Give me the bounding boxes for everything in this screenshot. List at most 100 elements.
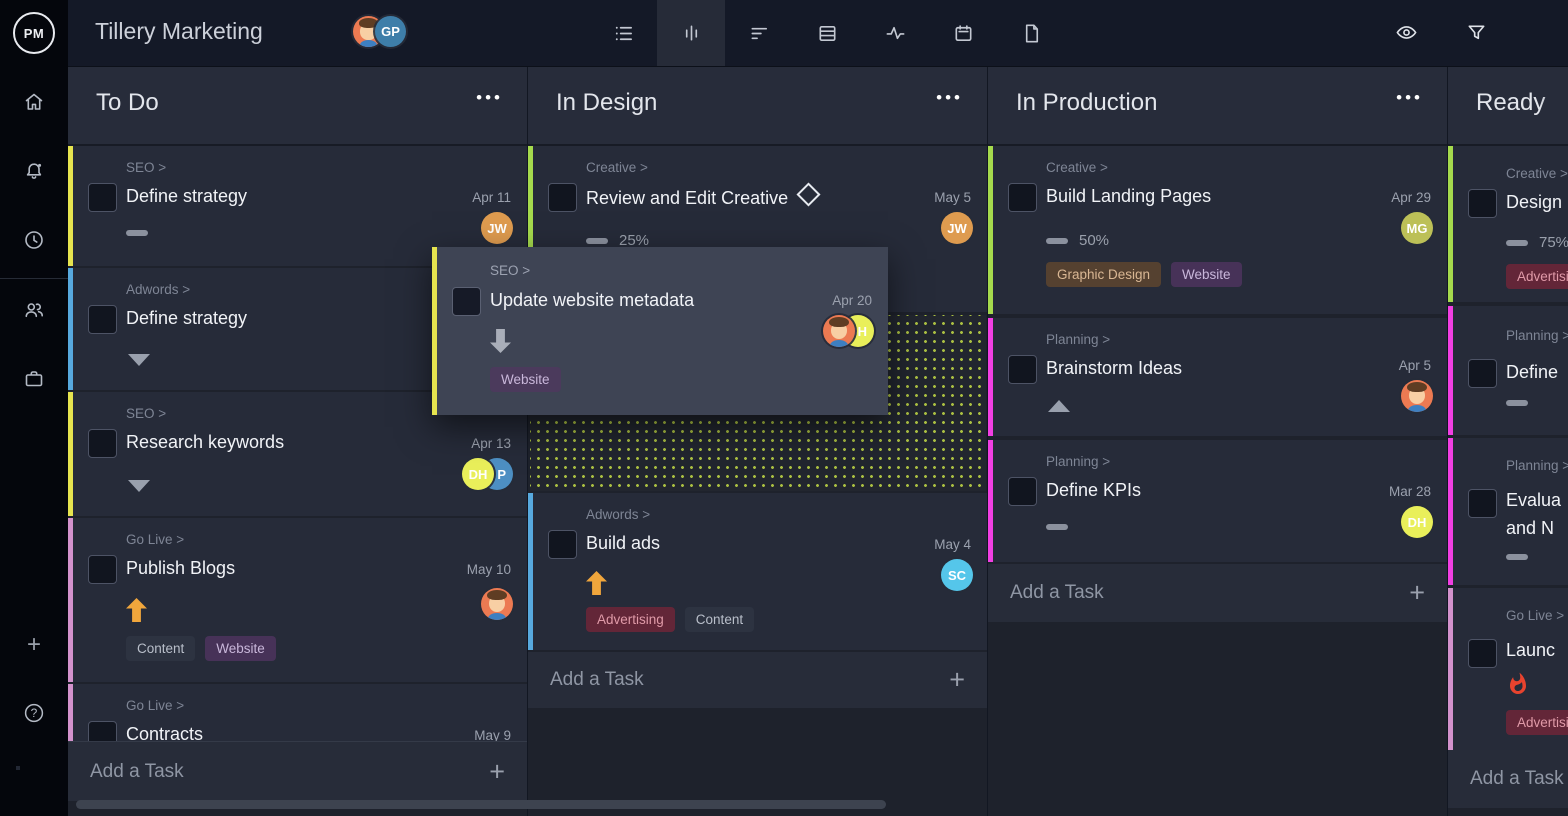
card-checkbox[interactable] xyxy=(1468,489,1497,518)
card-title[interactable]: Build ads xyxy=(586,533,660,554)
add-task-plus-icon[interactable]: + xyxy=(949,665,965,696)
card-title[interactable]: Define xyxy=(1506,362,1558,383)
card-title[interactable]: Update website metadata xyxy=(490,290,694,311)
dragged-task-card[interactable]: SEO > Update website metadata Apr 20 DH … xyxy=(432,247,888,415)
help-icon[interactable]: ? xyxy=(22,701,46,725)
add-task-footer[interactable]: Add a Task + xyxy=(528,652,987,708)
activity-view-icon[interactable] xyxy=(861,0,929,66)
add-task-footer[interactable]: Add a Task + xyxy=(988,564,1447,622)
card-title[interactable]: Define KPIs xyxy=(1046,480,1141,501)
add-task-label[interactable]: Add a Task xyxy=(1010,582,1104,604)
sheet-view-icon[interactable] xyxy=(793,0,861,66)
card-group[interactable]: SEO > xyxy=(126,406,166,421)
add-plus-icon[interactable]: + xyxy=(22,634,46,658)
card-assignees: SC xyxy=(941,559,973,591)
card-checkbox[interactable] xyxy=(1008,477,1037,506)
board-view-icon[interactable] xyxy=(657,0,725,66)
card-due-date: May 10 xyxy=(467,562,511,577)
task-card[interactable]: Planning > Define KPIs Mar 28 DH xyxy=(988,440,1447,562)
card-group[interactable]: Creative > xyxy=(586,160,648,175)
app-logo[interactable]: PM xyxy=(13,12,55,54)
calendar-view-icon[interactable] xyxy=(929,0,997,66)
team-people-icon[interactable] xyxy=(22,298,46,322)
files-view-icon[interactable] xyxy=(997,0,1065,66)
gantt-view-icon[interactable] xyxy=(725,0,793,66)
card-group[interactable]: SEO > xyxy=(126,160,166,175)
card-group[interactable]: Go Live > xyxy=(1506,608,1564,623)
card-group[interactable]: Adwords > xyxy=(586,507,650,522)
task-card[interactable]: Planning > Brainstorm Ideas Apr 5 xyxy=(988,318,1447,436)
card-checkbox[interactable] xyxy=(88,429,117,458)
task-card[interactable]: Creative > Design 75% Advertising xyxy=(1448,146,1568,302)
card-title[interactable]: Brainstorm Ideas xyxy=(1046,358,1182,379)
card-checkbox[interactable] xyxy=(1008,355,1037,384)
task-card[interactable]: Go Live > Contracts May 9 xyxy=(68,684,527,741)
card-checkbox[interactable] xyxy=(548,530,577,559)
card-checkbox[interactable] xyxy=(88,305,117,334)
card-title-line2[interactable]: and N xyxy=(1506,518,1554,539)
column-menu-icon[interactable]: ••• xyxy=(936,88,963,108)
progress-percent: 50% xyxy=(1079,232,1109,249)
card-checkbox[interactable] xyxy=(88,555,117,584)
card-checkbox[interactable] xyxy=(1468,189,1497,218)
add-task-footer[interactable]: Add a Task xyxy=(1448,750,1568,808)
card-group[interactable]: Creative > xyxy=(1046,160,1108,175)
task-card[interactable]: Planning > Evalua and N xyxy=(1448,438,1568,585)
card-title[interactable]: Design xyxy=(1506,192,1562,213)
horizontal-scrollbar[interactable] xyxy=(76,800,886,809)
column-menu-icon[interactable]: ••• xyxy=(1396,88,1423,108)
card-title[interactable]: Define strategy xyxy=(126,308,247,329)
home-icon[interactable] xyxy=(22,90,46,114)
assignee-avatar: JW xyxy=(481,212,513,244)
card-checkbox[interactable] xyxy=(88,721,117,741)
add-task-label[interactable]: Add a Task xyxy=(90,761,184,783)
member-avatar[interactable]: GP xyxy=(375,16,406,47)
card-group[interactable]: Adwords > xyxy=(126,282,190,297)
recent-clock-icon[interactable] xyxy=(22,228,46,252)
card-title[interactable]: Define strategy xyxy=(126,186,247,207)
task-card[interactable]: Go Live > Publish Blogs May 10 Content W… xyxy=(68,518,527,682)
card-group[interactable]: Planning > xyxy=(1506,328,1568,343)
card-group[interactable]: Go Live > xyxy=(126,698,184,713)
card-group[interactable]: Planning > xyxy=(1046,332,1110,347)
card-checkbox[interactable] xyxy=(1468,639,1497,668)
add-task-plus-icon[interactable]: + xyxy=(1409,578,1425,609)
card-title[interactable]: Review and Edit Creative xyxy=(586,186,817,209)
card-progress xyxy=(1506,554,1528,560)
notifications-bell-icon[interactable] xyxy=(22,159,46,183)
card-title[interactable]: Launc xyxy=(1506,640,1555,661)
filter-funnel-icon[interactable] xyxy=(1464,21,1490,45)
card-group[interactable]: SEO > xyxy=(490,263,530,278)
task-card[interactable]: Adwords > Build ads May 4 SC Advertising… xyxy=(528,493,987,650)
add-task-label[interactable]: Add a Task xyxy=(1470,768,1564,790)
add-task-label[interactable]: Add a Task xyxy=(550,669,644,691)
card-title[interactable]: Research keywords xyxy=(126,432,284,453)
card-title[interactable]: Build Landing Pages xyxy=(1046,186,1211,207)
projects-briefcase-icon[interactable] xyxy=(22,367,46,391)
task-card[interactable]: Go Live > Launc Advertising xyxy=(1448,588,1568,750)
task-card[interactable]: Planning > Define xyxy=(1448,306,1568,435)
card-checkbox[interactable] xyxy=(1008,183,1037,212)
list-view-icon[interactable] xyxy=(589,0,657,66)
task-card[interactable]: Creative > Build Landing Pages Apr 29 MG… xyxy=(988,146,1447,314)
add-task-footer[interactable]: Add a Task + xyxy=(68,741,527,801)
card-title[interactable]: Evalua xyxy=(1506,490,1561,511)
card-accent xyxy=(1448,306,1453,435)
watch-eye-icon[interactable] xyxy=(1394,21,1420,45)
card-checkbox[interactable] xyxy=(1468,359,1497,388)
card-group[interactable]: Creative > xyxy=(1506,166,1568,181)
card-checkbox[interactable] xyxy=(88,183,117,212)
card-checkbox[interactable] xyxy=(548,183,577,212)
card-title[interactable]: Publish Blogs xyxy=(126,558,235,579)
card-accent xyxy=(988,440,993,562)
card-group[interactable]: Planning > xyxy=(1506,458,1568,473)
card-group[interactable]: Planning > xyxy=(1046,454,1110,469)
card-checkbox[interactable] xyxy=(452,287,481,316)
card-group[interactable]: Go Live > xyxy=(126,532,184,547)
card-title[interactable]: Contracts xyxy=(126,724,203,741)
add-task-plus-icon[interactable]: + xyxy=(489,756,505,787)
column-menu-icon[interactable]: ••• xyxy=(476,88,503,108)
card-tags: Advertising xyxy=(1506,264,1568,289)
project-members[interactable]: GP xyxy=(353,16,406,47)
tag: Advertising xyxy=(586,607,675,632)
